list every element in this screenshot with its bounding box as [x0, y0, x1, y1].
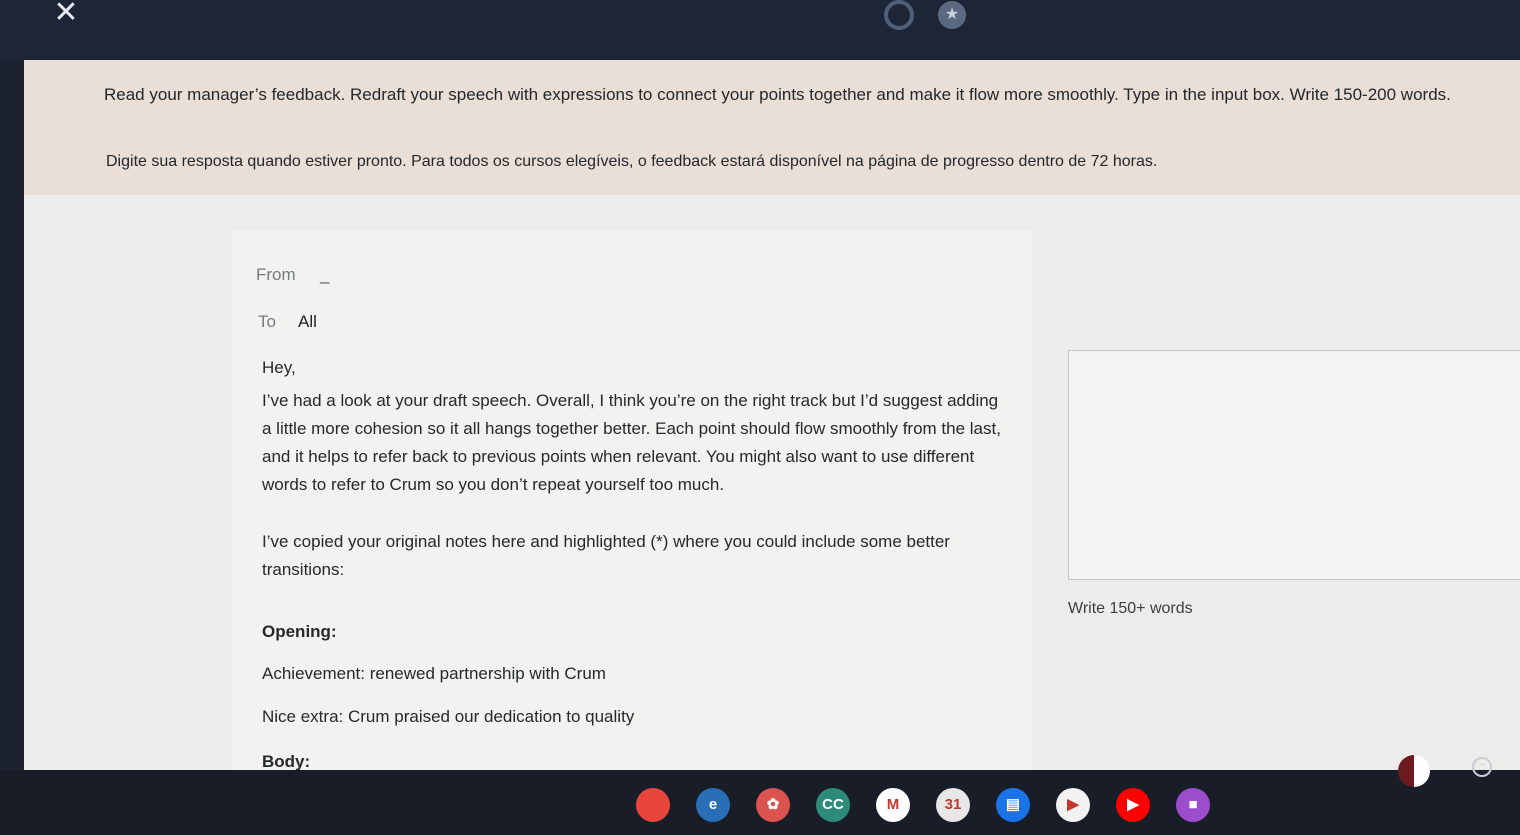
to-value: All [298, 312, 317, 331]
opening-heading: Opening: [262, 622, 337, 641]
from-label: From [256, 265, 296, 284]
calendar-icon[interactable]: 31 [936, 788, 970, 822]
email-paragraph: I’ve copied your original notes here and… [262, 532, 950, 579]
list-item: Achievement: renewed partnership with Cr… [262, 664, 606, 683]
email-paragraph: I’ve had a look at your draft speech. Ov… [262, 391, 1001, 494]
list-item: Nice extra: Crum praised our dedication … [262, 707, 635, 726]
email-greeting: Hey, [262, 358, 296, 377]
exercise-screen: Read your manager’s feedback. Redraft yo… [24, 60, 1520, 810]
app-red-icon[interactable]: ✿ [756, 788, 790, 822]
instruction-text-portuguese: Digite sua resposta quando estiver pront… [106, 153, 1158, 170]
close-icon[interactable]: ✕ [50, 0, 82, 28]
answer-input[interactable] [1068, 350, 1520, 580]
email-card: From _ To All Hey, I’ve had a look at yo… [232, 230, 1032, 810]
app-cc-icon[interactable]: CC [816, 788, 850, 822]
status-tray-icon[interactable] [1398, 755, 1430, 787]
youtube-icon[interactable]: ▶ [1116, 788, 1150, 822]
chrome-icon[interactable] [636, 788, 670, 822]
word-count-hint: Write 150+ words [1068, 600, 1193, 617]
play-store-icon[interactable]: ▶ [1056, 788, 1090, 822]
tray-settings-icon[interactable]: − [1472, 757, 1492, 777]
star-icon[interactable]: ★ [938, 1, 966, 29]
files-icon[interactable]: ▤ [996, 788, 1030, 822]
instructions-banner: Read your manager’s feedback. Redraft yo… [24, 60, 1520, 195]
circle-indicator-icon [884, 0, 914, 30]
edge-icon[interactable]: e [696, 788, 730, 822]
window-top-bar: ✕ ★ [0, 0, 1520, 60]
to-label: To [258, 312, 276, 331]
gmail-icon[interactable]: M [876, 788, 910, 822]
app-purple-icon[interactable]: ■ [1176, 788, 1210, 822]
from-value: _ [320, 265, 330, 284]
instruction-text: Read your manager’s feedback. Redraft yo… [104, 85, 1451, 104]
